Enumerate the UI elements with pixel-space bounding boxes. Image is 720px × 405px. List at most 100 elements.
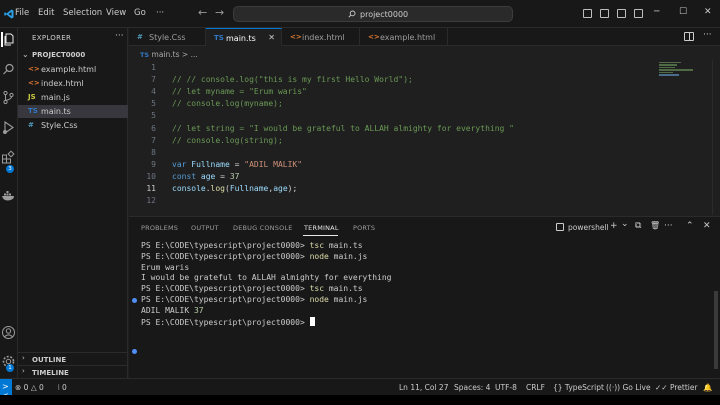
menu-file[interactable]: File — [15, 8, 29, 18]
chevron-down-icon: ⌄ — [22, 50, 29, 59]
line-number: 9 — [151, 159, 156, 169]
code-line[interactable]: 8 — [129, 148, 720, 160]
split-editor-icon[interactable] — [684, 32, 694, 41]
menu-go[interactable]: Go — [134, 8, 146, 18]
code-line[interactable]: 11 console.log(Fullname,age); — [129, 184, 720, 196]
panel-tab-terminal[interactable]: TERMINAL — [304, 224, 339, 232]
menu-view[interactable]: View — [106, 8, 126, 18]
new-terminal-button[interactable]: + — [610, 221, 618, 231]
tab-example-html[interactable]: <> example.html — [360, 28, 448, 46]
problems-status[interactable]: ⊗ 0 △ 0 — [15, 383, 44, 392]
encoding-status[interactable]: UTF-8 — [495, 383, 517, 392]
file-item-example-html[interactable]: <> example.html — [18, 63, 128, 76]
code-editor[interactable]: 1 7 // // console.log("this is my first He… — [129, 60, 720, 215]
docker-icon[interactable] — [1, 188, 16, 203]
file-item-index-html[interactable]: <> index.html — [18, 77, 128, 90]
code-line[interactable]: 7 // console.log(string); — [129, 136, 720, 148]
files-icon[interactable] — [1, 32, 16, 47]
cursor-position-status[interactable]: Ln 11, Col 27 — [399, 383, 448, 392]
notifications-bell-icon[interactable]: 🔔 — [703, 383, 712, 392]
code-line[interactable]: 12 — [129, 196, 720, 208]
language-mode-status[interactable]: {} TypeScript — [553, 383, 604, 392]
line-number: 5 — [151, 111, 156, 121]
panel-tab-ports[interactable]: PORTS — [353, 224, 375, 232]
close-window-button[interactable]: ✕ — [704, 7, 712, 17]
command-decoration-dot[interactable] — [132, 298, 137, 303]
close-tab-icon[interactable]: ✕ — [268, 33, 275, 42]
timeline-section[interactable]: › TIMELINE — [18, 365, 128, 378]
editor-more-actions-button[interactable]: ··· — [703, 30, 712, 40]
menu-selection[interactable]: Selection — [63, 8, 102, 18]
tab-style-css[interactable]: # Style.Css — [129, 28, 206, 46]
file-item-main-js[interactable]: JS main.js — [18, 91, 128, 104]
menu-more[interactable]: ··· — [156, 8, 164, 18]
file-name: index.html — [41, 79, 84, 88]
forward-button[interactable]: → — [215, 6, 224, 19]
minimap[interactable] — [659, 62, 699, 82]
tab-index-html[interactable]: <> index.html — [282, 28, 360, 46]
line-number: 10 — [146, 171, 156, 181]
accounts-icon[interactable] — [1, 325, 16, 340]
file-item-main-ts[interactable]: TS main.ts — [18, 105, 128, 118]
file-name: main.ts — [41, 107, 71, 116]
terminal-out: ADIL MALIK — [141, 305, 194, 315]
file-name: main.js — [41, 93, 70, 102]
prettier-status[interactable]: ✓✓ Prettier — [655, 383, 698, 392]
project-folder-header[interactable]: ⌄ PROJECT0000 — [18, 50, 128, 62]
toggle-panel-icon[interactable] — [600, 9, 609, 18]
terminal-arg: main.js — [328, 295, 368, 304]
terminal-dropdown-button[interactable]: ⌄ — [621, 219, 629, 229]
tab-main-ts[interactable]: TS main.ts ✕ — [206, 28, 282, 46]
command-decoration-dot[interactable] — [132, 349, 137, 354]
outline-section[interactable]: › OUTLINE — [18, 352, 128, 365]
code-line[interactable]: 1 — [129, 63, 720, 75]
editor-scrollbar[interactable] — [712, 60, 720, 215]
minimize-button[interactable]: ─ — [654, 7, 659, 17]
menu-edit[interactable]: Edit — [38, 8, 54, 18]
code-token: = — [229, 159, 245, 169]
panel-more-button[interactable]: ··· — [664, 221, 673, 231]
maximize-button[interactable]: ☐ — [679, 7, 687, 17]
code-text: // let myname = "Erum waris" — [172, 87, 307, 96]
panel-tab-debug-console[interactable]: DEBUG CONSOLE — [233, 224, 293, 232]
customize-layout-icon[interactable] — [634, 9, 643, 18]
code-line[interactable]: 10 const age = 37 — [129, 172, 720, 184]
code-token: // let myname = "Erum waris" — [172, 87, 307, 97]
code-line[interactable]: 5 // console.log(myname); — [129, 99, 720, 111]
code-line[interactable]: 9 var Fullname = "ADIL MALIK" — [129, 160, 720, 172]
ports-status[interactable]: ⦚ 0 — [58, 383, 67, 393]
command-center-search[interactable]: project0000 — [233, 6, 513, 22]
outline-label: OUTLINE — [32, 355, 67, 364]
line-number: 7 — [151, 75, 156, 85]
toggle-primary-sidebar-icon[interactable] — [583, 9, 592, 18]
toggle-secondary-sidebar-icon[interactable] — [617, 9, 626, 18]
line-number: 12 — [146, 196, 156, 206]
extensions-icon[interactable] — [1, 150, 16, 165]
search-icon[interactable] — [1, 62, 16, 77]
file-item-style-css[interactable]: # Style.Css — [18, 119, 128, 132]
kill-terminal-icon[interactable]: 🗑 — [650, 221, 660, 230]
maximize-panel-icon[interactable]: ⌃ — [686, 221, 694, 231]
breadcrumb-symbol[interactable]: ... — [191, 50, 198, 59]
split-terminal-icon[interactable]: ⧉ — [635, 221, 641, 231]
code-line[interactable]: 7 // // console.log("this is my first Hel… — [129, 75, 720, 87]
breadcrumb-file[interactable]: main.ts — [152, 50, 180, 59]
remote-indicator-button[interactable]: >< — [0, 379, 12, 400]
explorer-more-button[interactable]: ··· — [115, 31, 124, 41]
terminal-cmd: node — [309, 251, 329, 261]
panel-tab-output[interactable]: OUTPUT — [191, 224, 219, 232]
source-control-icon[interactable] — [1, 90, 16, 105]
terminal-scrollbar[interactable] — [714, 291, 718, 369]
eol-status[interactable]: CRLF — [526, 383, 545, 392]
close-panel-icon[interactable]: ✕ — [703, 221, 711, 231]
indentation-status[interactable]: Spaces: 4 — [454, 383, 490, 392]
back-button[interactable]: ← — [198, 6, 207, 19]
code-line[interactable]: 6 // let string = "I would be grateful to… — [129, 124, 720, 136]
go-live-button[interactable]: ((·)) Go Live — [606, 383, 651, 392]
breadcrumb[interactable]: TS main.ts > ... — [140, 50, 198, 59]
code-line[interactable]: 4 // let myname = "Erum waris" — [129, 87, 720, 99]
run-debug-icon[interactable] — [1, 120, 16, 135]
panel-tab-problems[interactable]: PROBLEMS — [141, 224, 178, 232]
code-line[interactable]: 5 — [129, 111, 720, 123]
ts-file-icon: TS — [28, 106, 38, 115]
